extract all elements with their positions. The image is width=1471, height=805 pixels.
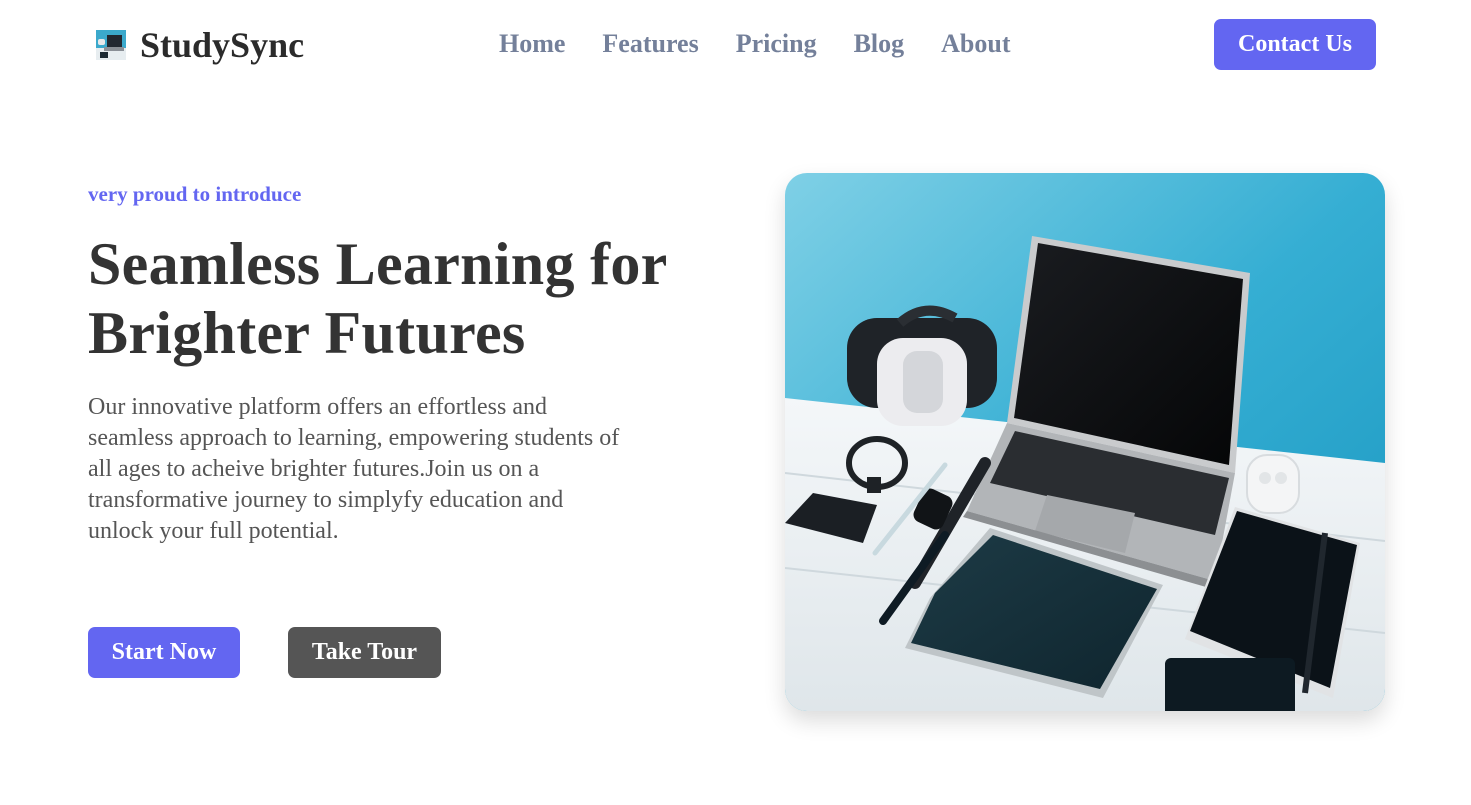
brand-name: StudySync	[140, 25, 305, 65]
hero-title-line-2: Brighter Futures	[88, 300, 526, 366]
nav-item-features[interactable]: Features	[602, 29, 698, 59]
brand-link[interactable]: StudySync	[96, 27, 304, 63]
hero-actions: Start Now Take Tour	[88, 627, 441, 678]
earbuds-case	[1246, 454, 1300, 514]
nav-item-pricing[interactable]: Pricing	[736, 29, 817, 59]
nav-item-blog[interactable]: Blog	[854, 29, 905, 59]
hero-image	[785, 173, 1385, 711]
contact-us-button[interactable]: Contact Us	[1214, 19, 1376, 70]
desk-devices-logo-icon	[96, 30, 126, 60]
site-header: StudySync Home Features Pricing Blog Abo…	[0, 0, 1471, 90]
hero-eyebrow: very proud to introduce	[88, 182, 302, 206]
hero-content: very proud to introduce Seamless Learnin…	[88, 180, 688, 547]
hero-description: Our innovative platform offers an effort…	[88, 394, 620, 544]
hero-title: Seamless Learning for Brighter Futures	[88, 230, 688, 368]
take-tour-button[interactable]: Take Tour	[288, 627, 441, 678]
nav-item-home[interactable]: Home	[499, 29, 565, 59]
start-now-button[interactable]: Start Now	[88, 627, 240, 678]
main-nav: Home Features Pricing Blog About	[499, 29, 1011, 59]
hero-title-line-1: Seamless Learning for	[88, 231, 668, 297]
phone	[1165, 658, 1295, 711]
desk-devices-illustration	[785, 173, 1385, 711]
nav-item-about[interactable]: About	[941, 29, 1010, 59]
